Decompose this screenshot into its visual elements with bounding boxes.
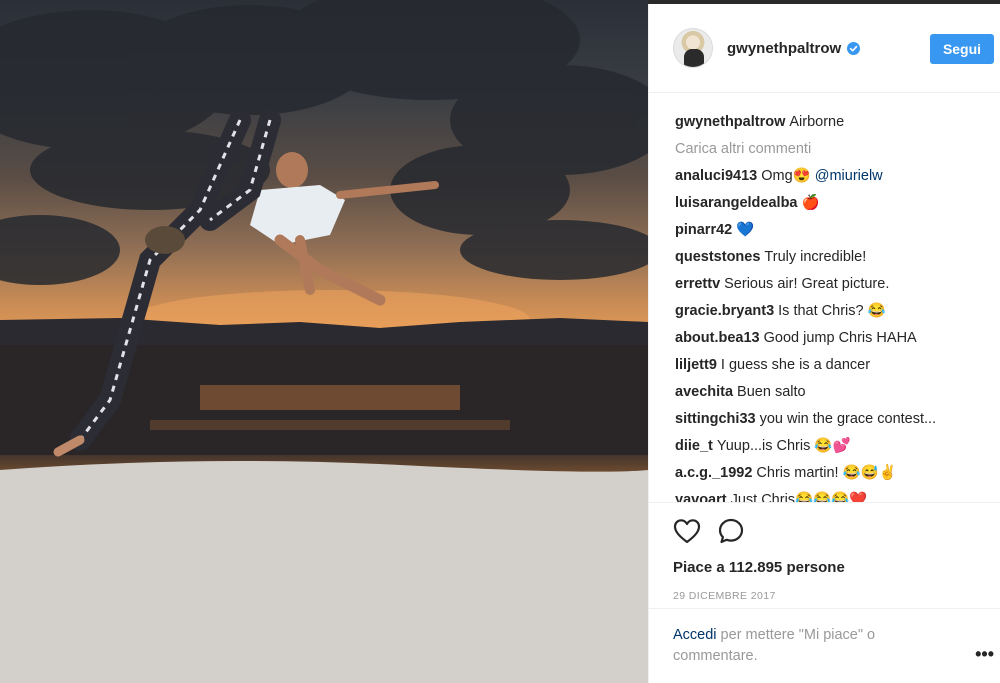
comment-text: Good jump Chris HAHA	[763, 330, 917, 346]
caption-text: Airborne	[789, 114, 845, 130]
photo-scene	[0, 0, 648, 683]
comment-item: gracie.bryant3 Is that Chris? 😂	[675, 298, 978, 325]
comment-item: diie_t Yuup...is Chris 😂💕	[675, 433, 978, 460]
comment-item: sittingchi33 you win the grace contest...	[675, 406, 978, 433]
post-photo[interactable]	[0, 0, 648, 683]
comment-item: liljett9 I guess she is a dancer	[675, 352, 978, 379]
comment-text: 🍎	[801, 195, 820, 211]
comment-rows: analuci9413 Omg😍 @miurielw luisarangeldeal…	[675, 163, 978, 502]
post-header: gwynethpaltrow Segui	[649, 4, 1000, 93]
comment-text: you win the grace contest...	[759, 411, 937, 427]
comment-mention-link[interactable]: @miurielw	[815, 168, 883, 184]
avatar[interactable]	[673, 28, 713, 68]
verified-badge-icon	[847, 41, 861, 55]
post-side-panel: gwynethpaltrow Segui gwynethpaltrow Airbo…	[648, 4, 1000, 683]
comment-username[interactable]: avechita	[675, 384, 733, 400]
comment-text: 💙	[736, 222, 755, 238]
heart-outline-icon[interactable]	[673, 518, 701, 544]
caption-username[interactable]: gwynethpaltrow	[675, 114, 785, 130]
comment-text: Serious air! Great picture.	[724, 276, 890, 292]
comment-item: errettv Serious air! Great picture.	[675, 271, 978, 298]
comment-text: I guess she is a dancer	[720, 357, 871, 373]
comment-username[interactable]: about.bea13	[675, 330, 760, 346]
comment-username[interactable]: luisarangeldealba	[675, 195, 798, 211]
comment-username[interactable]: liljett9	[675, 357, 717, 373]
comment-username[interactable]: analuci9413	[675, 168, 757, 184]
load-more-comments-button[interactable]: Carica altri commenti	[675, 136, 978, 163]
comment-username[interactable]: pinarr42	[675, 222, 732, 238]
comment-username[interactable]: yavoart	[675, 492, 727, 502]
comment-text: Yuup...is Chris 😂💕	[716, 438, 851, 454]
header-username[interactable]: gwynethpaltrow	[727, 40, 841, 57]
comment-item: about.bea13 Good jump Chris HAHA	[675, 325, 978, 352]
comment-item: luisarangeldealba 🍎	[675, 190, 978, 217]
comment-username[interactable]: a.c.g._1992	[675, 465, 752, 481]
comment-text: Truly incredible!	[764, 249, 867, 265]
comment-username[interactable]: gracie.bryant3	[675, 303, 774, 319]
post-date: 29 DICEMBRE 2017	[673, 590, 776, 602]
comment-text: Just Chris😂😂😂❤️	[730, 492, 868, 502]
comment-item: analuci9413 Omg😍 @miurielw	[675, 163, 978, 190]
comment-item: yavoart Just Chris😂😂😂❤️	[675, 487, 978, 502]
comment-username[interactable]: queststones	[675, 249, 760, 265]
action-icons-row	[673, 513, 976, 549]
caption: gwynethpaltrow Airborne	[675, 109, 978, 136]
comment-text: Buen salto	[737, 384, 806, 400]
follow-button[interactable]: Segui	[930, 34, 994, 64]
comment-username[interactable]: errettv	[675, 276, 720, 292]
login-link[interactable]: Accedi	[673, 627, 717, 643]
comment-item: queststones Truly incredible!	[675, 244, 978, 271]
comment-item: a.c.g._1992 Chris martin! 😂😅✌	[675, 460, 978, 487]
more-options-icon[interactable]: •••	[975, 644, 994, 665]
speech-bubble-icon[interactable]	[717, 517, 745, 545]
avatar-figure	[684, 49, 704, 67]
comment-username[interactable]: sittingchi33	[675, 411, 756, 427]
comment-item: avechita Buen salto	[675, 379, 978, 406]
comments-list[interactable]: gwynethpaltrow Airborne Carica altri comm…	[649, 93, 1000, 502]
comment-item: pinarr42 💙	[675, 217, 978, 244]
comment-text: Chris martin! 😂😅✌	[756, 465, 897, 481]
comment-text: Is that Chris? 😂	[778, 303, 886, 319]
login-prompt: Accedi per mettere "Mi piace" o commenta…	[649, 608, 1000, 683]
comment-username[interactable]: diie_t	[675, 438, 713, 454]
likes-count[interactable]: Piace a 112.895 persone	[673, 559, 976, 576]
comment-text: Omg😍	[761, 168, 815, 184]
